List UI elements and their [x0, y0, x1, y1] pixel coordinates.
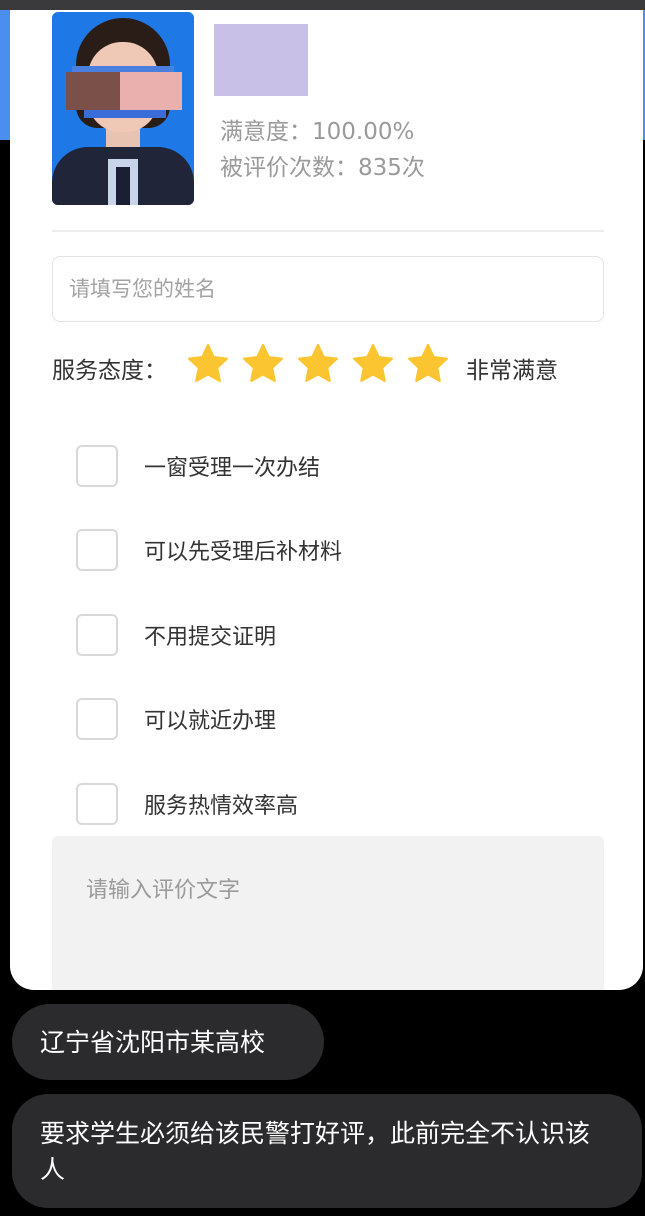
evaluation-card: 满意度：100.00% 被评价次数：835次 服务态度： 非常满意 一窗受理一次… — [10, 10, 643, 990]
checkbox[interactable] — [76, 698, 118, 740]
checkbox[interactable] — [76, 445, 118, 487]
officer-photo — [52, 12, 194, 205]
option-item[interactable]: 可以就近办理 — [76, 697, 276, 741]
checkbox[interactable] — [76, 529, 118, 571]
star-icon[interactable] — [351, 342, 395, 386]
divider — [52, 230, 604, 232]
checkbox[interactable] — [76, 614, 118, 656]
caption-bubble: 要求学生必须给该民警打好评，此前完全不认识该人 — [12, 1094, 642, 1208]
top-status-strip — [0, 0, 645, 10]
star-icon[interactable] — [406, 342, 450, 386]
option-item[interactable]: 可以先受理后补材料 — [76, 528, 342, 572]
option-label: 服务热情效率高 — [144, 794, 299, 819]
option-label: 不用提交证明 — [144, 625, 277, 650]
option-label: 可以就近办理 — [144, 709, 277, 734]
star-rating[interactable] — [186, 342, 450, 386]
option-label: 一窗受理一次办结 — [144, 456, 321, 481]
comment-textarea[interactable] — [52, 836, 604, 990]
background-banner-left — [0, 10, 10, 140]
star-icon[interactable] — [296, 342, 340, 386]
rating-text: 非常满意 — [466, 358, 558, 384]
option-item[interactable]: 一窗受理一次办结 — [76, 444, 320, 488]
satisfaction-rate: 满意度：100.00% — [220, 119, 415, 145]
checkbox[interactable] — [76, 783, 118, 825]
review-count: 被评价次数：835次 — [220, 155, 425, 181]
option-item[interactable]: 不用提交证明 — [76, 613, 276, 657]
officer-name-redacted — [214, 24, 308, 96]
option-label: 可以先受理后补材料 — [144, 540, 343, 565]
option-item[interactable]: 服务热情效率高 — [76, 782, 298, 826]
name-input[interactable] — [52, 256, 604, 322]
caption-bubble: 辽宁省沈阳市某高校 — [12, 1004, 324, 1080]
service-attitude-label: 服务态度： — [52, 358, 167, 384]
star-icon[interactable] — [241, 342, 285, 386]
star-icon[interactable] — [186, 342, 230, 386]
